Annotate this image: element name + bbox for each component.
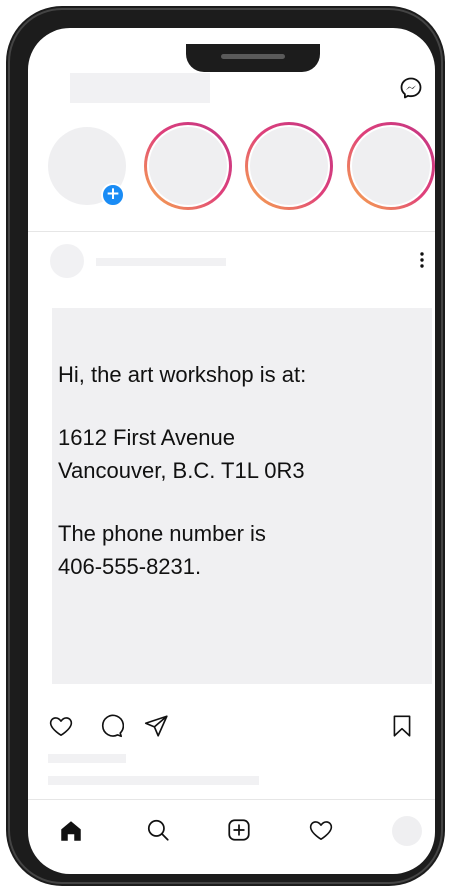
app-logo-placeholder [70, 73, 210, 103]
story-avatar-2 [250, 127, 328, 205]
post-line-3: Vancouver, B.C. T1L 0R3 [58, 458, 305, 483]
add-story-badge[interactable]: + [101, 183, 125, 207]
comment-icon[interactable] [98, 713, 124, 739]
stories-divider [28, 231, 435, 232]
post-line-4: The phone number is [58, 521, 266, 546]
story-ring-2[interactable] [245, 122, 333, 210]
post-author-name-placeholder[interactable] [96, 258, 226, 266]
search-icon[interactable] [145, 817, 171, 843]
post-text: Hi, the art workshop is at: 1612 First A… [58, 358, 418, 583]
phone-speaker [221, 54, 285, 59]
app-screen: + Hi, the art workshop is at: 1612 First… [28, 28, 435, 874]
add-post-icon[interactable] [226, 817, 252, 843]
story-ring-3[interactable] [347, 122, 435, 210]
share-icon[interactable] [143, 713, 169, 739]
post-line-2: 1612 First Avenue [58, 425, 235, 450]
story-avatar-3 [352, 127, 430, 205]
more-vertical-icon[interactable] [412, 248, 432, 272]
activity-heart-icon[interactable] [308, 817, 334, 843]
home-icon[interactable] [58, 818, 84, 844]
post-author-avatar[interactable] [50, 244, 84, 278]
heart-icon[interactable] [48, 713, 74, 739]
messenger-icon[interactable] [399, 76, 423, 100]
phone-frame: + Hi, the art workshop is at: 1612 First… [6, 6, 445, 886]
caption-placeholder [48, 776, 259, 785]
post-line-1: Hi, the art workshop is at: [58, 362, 307, 387]
likes-placeholder [48, 754, 126, 763]
bottom-nav-divider [28, 799, 435, 800]
post-line-5: 406-555-8231. [58, 554, 202, 579]
bookmark-icon[interactable] [389, 713, 415, 739]
story-avatar-1 [149, 127, 227, 205]
story-ring-1[interactable] [144, 122, 232, 210]
profile-avatar[interactable] [392, 816, 422, 846]
